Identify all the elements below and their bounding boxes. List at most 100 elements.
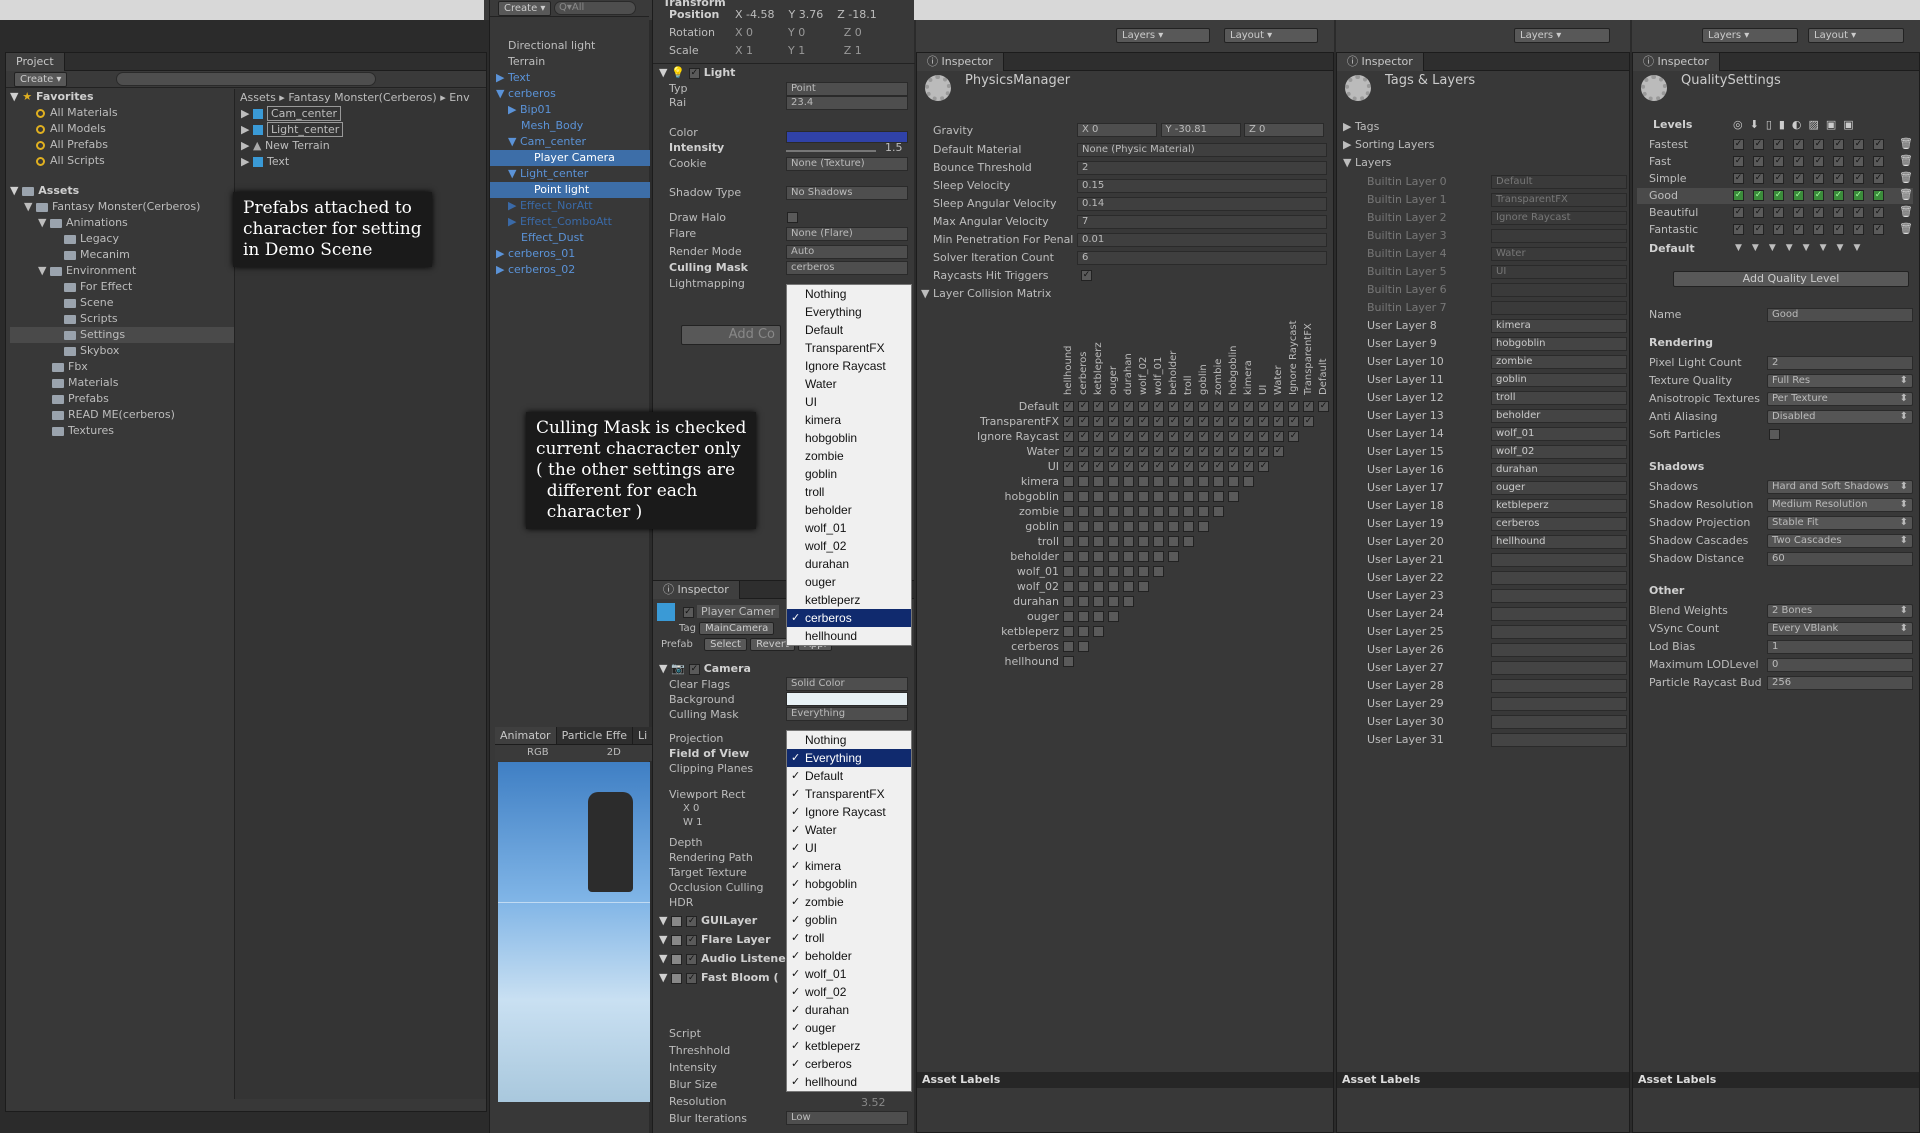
matrix-checkbox[interactable] [1078, 476, 1089, 487]
camera-component-header[interactable]: ▼ 📷 Camera [659, 661, 751, 676]
resolution-select[interactable]: Low [786, 1111, 908, 1125]
matrix-checkbox[interactable] [1213, 491, 1224, 502]
light-prop-value[interactable]: None (Texture) [786, 157, 908, 171]
matrix-checkbox[interactable] [1108, 506, 1119, 517]
matrix-checkbox[interactable] [1288, 401, 1299, 412]
matrix-checkbox[interactable] [1123, 551, 1134, 562]
matrix-checkbox[interactable] [1273, 416, 1284, 427]
matrix-checkbox[interactable] [1093, 401, 1104, 412]
layer-name-input[interactable] [1491, 607, 1627, 621]
platform-checkbox[interactable] [1793, 207, 1804, 218]
platform-checkbox[interactable] [1753, 224, 1764, 235]
favorites-header[interactable]: ▼ ★ Favorites [10, 89, 235, 105]
dropdown-option[interactable]: zombie [787, 447, 911, 465]
matrix-checkbox[interactable] [1243, 476, 1254, 487]
tree-item[interactable]: Scene [10, 295, 235, 311]
component-header[interactable]: ▼ GUILayer [659, 913, 757, 928]
matrix-checkbox[interactable] [1063, 461, 1074, 472]
dropdown-option[interactable]: kimera [787, 857, 911, 875]
light-prop-value[interactable]: No Shadows [786, 186, 908, 200]
layers-dropdown[interactable]: Layers ▾ [1116, 28, 1210, 43]
matrix-checkbox[interactable] [1138, 566, 1149, 577]
2d-toggle[interactable]: 2D [607, 747, 621, 758]
tree-item[interactable]: Scripts [10, 311, 235, 327]
dropdown-option[interactable]: Ignore Raycast [787, 803, 911, 821]
quality-prop-value[interactable]: Per Texture ⬍ [1767, 392, 1913, 406]
layer-name-input[interactable]: beholder [1491, 409, 1627, 423]
matrix-checkbox[interactable] [1108, 566, 1119, 577]
matrix-checkbox[interactable] [1303, 401, 1314, 412]
position-fields[interactable]: X -4.58 Y 3.76 Z -18.1 [735, 7, 915, 22]
matrix-checkbox[interactable] [1228, 416, 1239, 427]
physics-prop-value[interactable]: 0.01 [1077, 233, 1327, 247]
matrix-checkbox[interactable] [1063, 476, 1074, 487]
light-color-swatch[interactable] [786, 131, 908, 143]
culling-mask-dropdown-camera[interactable]: NothingEverythingDefaultTransparentFXIgn… [786, 730, 912, 1092]
matrix-checkbox[interactable] [1228, 446, 1239, 457]
matrix-checkbox[interactable] [1093, 461, 1104, 472]
hierarchy-item[interactable]: ▶ Effect_NorAtt [490, 198, 650, 214]
platform-checkbox[interactable] [1793, 190, 1804, 201]
matrix-checkbox[interactable] [1063, 656, 1074, 667]
matrix-checkbox[interactable] [1213, 416, 1224, 427]
platform-checkbox[interactable] [1753, 190, 1764, 201]
dropdown-option[interactable]: ketbleperz [787, 1037, 911, 1055]
matrix-checkbox[interactable] [1213, 461, 1224, 472]
matrix-checkbox[interactable] [1123, 476, 1134, 487]
platform-checkbox[interactable] [1773, 173, 1784, 184]
matrix-checkbox[interactable] [1063, 416, 1074, 427]
layer-name-input[interactable]: hellhound [1491, 535, 1627, 549]
platform-checkbox[interactable] [1853, 207, 1864, 218]
layer-name-input[interactable] [1491, 571, 1627, 585]
matrix-checkbox[interactable] [1198, 491, 1209, 502]
matrix-checkbox[interactable] [1138, 536, 1149, 547]
dropdown-option[interactable]: ketbleperz [787, 591, 911, 609]
prefab-select-button[interactable]: Select [704, 638, 747, 651]
light-component-header[interactable]: ▼ 💡 Light [659, 65, 735, 80]
platform-checkbox[interactable] [1773, 139, 1784, 150]
matrix-checkbox[interactable] [1138, 521, 1149, 532]
matrix-checkbox[interactable] [1078, 626, 1089, 637]
matrix-checkbox[interactable] [1153, 461, 1164, 472]
matrix-checkbox[interactable] [1243, 416, 1254, 427]
matrix-checkbox[interactable] [1078, 446, 1089, 457]
platform-checkbox[interactable] [1733, 207, 1744, 218]
matrix-checkbox[interactable] [1093, 581, 1104, 592]
matrix-checkbox[interactable] [1273, 446, 1284, 457]
quality-prop-value[interactable]: Hard and Soft Shadows ⬍ [1767, 480, 1913, 494]
hierarchy-item[interactable]: ▶ cerberos_02 [490, 262, 650, 278]
platform-checkbox[interactable] [1853, 190, 1864, 201]
platform-checkbox[interactable] [1873, 156, 1884, 167]
hierarchy-item[interactable]: ▶ Text [490, 70, 650, 86]
rotation-fields[interactable]: X 0 Y 0 Z 0 [735, 25, 915, 40]
layer-name-input[interactable]: kimera [1491, 319, 1627, 333]
matrix-checkbox[interactable] [1108, 476, 1119, 487]
quality-prop-value[interactable]: Every VBlank ⬍ [1767, 622, 1913, 636]
object-active-checkbox[interactable] [682, 606, 694, 618]
matrix-checkbox[interactable] [1183, 461, 1194, 472]
platform-checkbox[interactable] [1753, 139, 1764, 150]
matrix-checkbox[interactable] [1198, 476, 1209, 487]
matrix-checkbox[interactable] [1063, 626, 1074, 637]
matrix-checkbox[interactable] [1078, 536, 1089, 547]
culling-mask-dropdown-light[interactable]: Nothing Everything Default TransparentFX Ign… [786, 284, 912, 646]
platform-checkbox[interactable] [1853, 156, 1864, 167]
layer-name-input[interactable] [1491, 643, 1627, 657]
matrix-checkbox[interactable] [1108, 611, 1119, 622]
platform-checkbox[interactable] [1793, 224, 1804, 235]
matrix-checkbox[interactable] [1123, 431, 1134, 442]
layers-section[interactable]: ▼ Layers [1343, 155, 1391, 170]
matrix-checkbox[interactable] [1183, 506, 1194, 517]
tree-item[interactable]: Skybox [10, 343, 235, 359]
layer-name-input[interactable]: ketbleperz [1491, 499, 1627, 513]
hierarchy-item-selected[interactable]: Player Camera [490, 150, 650, 166]
fav-item[interactable]: All Materials [10, 105, 235, 121]
matrix-checkbox[interactable] [1198, 416, 1209, 427]
matrix-checkbox[interactable] [1303, 416, 1314, 427]
component-enabled-checkbox[interactable] [686, 934, 698, 946]
tree-item[interactable]: ▼ Environment [10, 263, 235, 279]
matrix-checkbox[interactable] [1138, 461, 1149, 472]
physics-prop-value[interactable]: None (Physic Material) [1077, 143, 1327, 157]
hierarchy-item[interactable]: Terrain [490, 54, 650, 70]
matrix-checkbox[interactable] [1093, 416, 1104, 427]
